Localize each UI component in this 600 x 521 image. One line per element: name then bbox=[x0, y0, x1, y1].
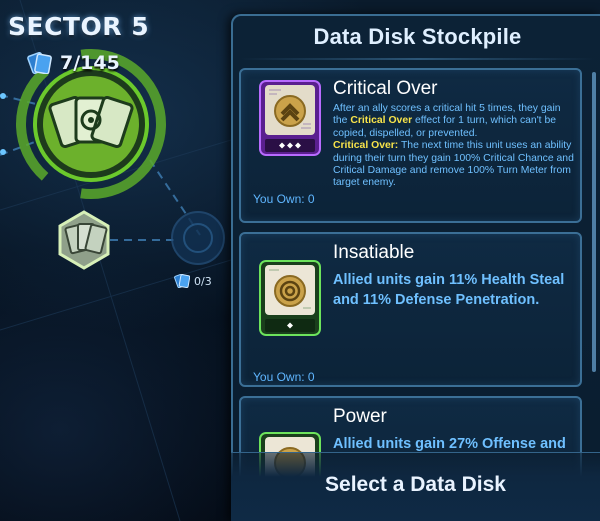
card-description: After an ally scores a critical hit 5 ti… bbox=[333, 103, 577, 190]
sector-progress: 7/145 bbox=[26, 52, 120, 74]
card-name: Power bbox=[333, 406, 387, 427]
scrollbar[interactable] bbox=[592, 72, 596, 372]
effect-highlight: Critical Over: bbox=[333, 140, 399, 152]
data-disk-stockpile-panel: Data Disk Stockpile You Own: 0 Critical … bbox=[231, 14, 600, 521]
insatiable-disk bbox=[259, 260, 321, 336]
panel-title: Data Disk Stockpile bbox=[313, 24, 522, 49]
card-description: Allied units gain 11% Health Steal and 1… bbox=[333, 272, 565, 308]
disk-card-insatiable[interactable]: You Own: 0 Insatiable Allied units gain … bbox=[239, 232, 582, 387]
map-paths bbox=[0, 0, 231, 521]
current-node[interactable] bbox=[16, 49, 166, 199]
sector-title: SECTOR 5 bbox=[8, 12, 150, 41]
you-own-count: You Own: 0 bbox=[253, 370, 315, 384]
select-data-disk-button[interactable]: Select a Data Disk bbox=[231, 452, 600, 521]
card-description: Allied units gain 27% Offense and bbox=[333, 436, 566, 452]
data-disk-icon bbox=[27, 52, 52, 74]
you-own-count: You Own: 0 bbox=[253, 192, 315, 206]
card-name: Critical Over bbox=[333, 78, 438, 99]
node-progress: 0/3 bbox=[174, 274, 212, 288]
effect-highlight: Critical Over bbox=[350, 115, 413, 127]
empty-node[interactable] bbox=[171, 211, 225, 265]
title-divider bbox=[239, 58, 596, 60]
target-rings-icon bbox=[274, 275, 306, 307]
data-disk-small-icon bbox=[174, 274, 190, 288]
locked-node[interactable] bbox=[58, 210, 110, 270]
critical-over-disk bbox=[259, 80, 321, 156]
select-data-disk-label: Select a Data Disk bbox=[325, 473, 506, 496]
sector-progress-text: 7/145 bbox=[60, 52, 120, 74]
data-disk-stack-icon bbox=[48, 95, 134, 149]
node-progress-text: 0/3 bbox=[194, 274, 212, 288]
card-name: Insatiable bbox=[333, 242, 415, 263]
disk-card-critical-over[interactable]: You Own: 0 Critical Over After an ally s… bbox=[239, 68, 582, 223]
